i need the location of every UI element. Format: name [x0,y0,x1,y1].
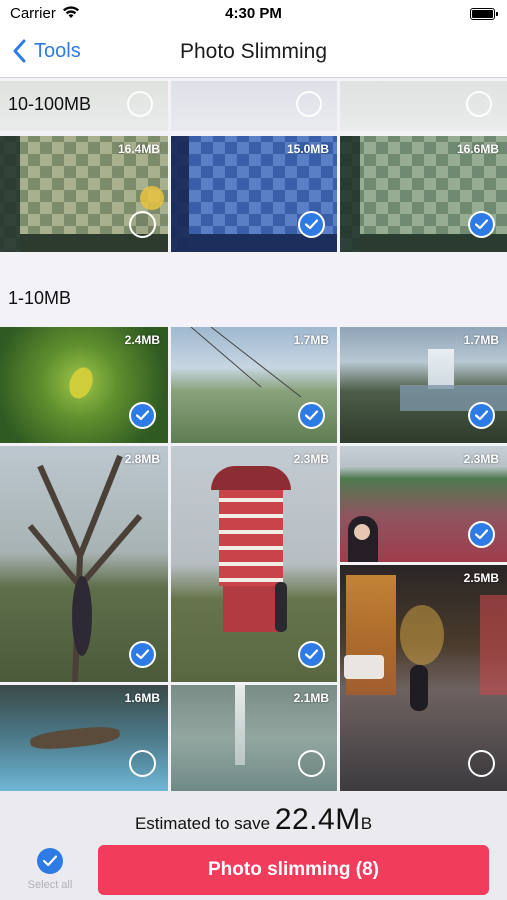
estimate-value: 22.4M [274,803,361,836]
checkmark-circle-icon[interactable] [468,402,495,429]
status-bar: Carrier 4:30 PM [0,0,507,30]
photo-size-label: 2.4MB [124,333,160,347]
unchecked-circle-icon[interactable] [129,750,156,777]
photo-select-circle[interactable] [466,91,492,117]
estimate-prefix: Estimated to save [134,814,271,833]
photo-size-label: 16.6MB [456,142,499,156]
bottom-action-bar: Estimated to save 22.4MB Select all Phot… [0,791,507,900]
photo-tile[interactable]: 1.7MB [171,327,337,443]
photo-size-label: 1.7MB [463,333,499,347]
navigation-bar: Tools Photo Slimming [0,30,507,78]
photo-tile[interactable]: 16.4MB [0,136,168,252]
select-all-label: Select all [27,879,73,891]
photo-tile[interactable]: 2.3MB [171,446,337,682]
checkmark-circle-icon[interactable] [129,641,156,668]
checkmark-circle-icon[interactable] [298,211,325,238]
photo-tile[interactable]: 1.6MB [0,685,168,791]
photo-tile[interactable]: 2.4MB [0,327,168,443]
photo-size-label: 1.6MB [124,691,160,705]
photo-slimming-button[interactable]: Photo slimming (8) [98,845,489,895]
unchecked-circle-icon[interactable] [129,211,156,238]
photo-select-circle[interactable] [127,91,153,117]
photo-size-label: 2.3MB [293,452,329,466]
checkmark-circle-icon[interactable] [298,641,325,668]
photo-tile[interactable]: 2.1MB [171,685,337,791]
photo-size-label: 15.0MB [286,142,329,156]
checkmark-circle-icon[interactable] [468,521,495,548]
unchecked-circle-icon[interactable] [298,750,325,777]
photo-size-label: 16.4MB [117,142,160,156]
checkmark-circle-icon[interactable] [468,211,495,238]
photo-size-label: 2.3MB [463,452,499,466]
chevron-left-icon [13,39,26,63]
battery-icon [470,8,495,20]
checkmark-circle-icon [37,848,63,874]
photo-select-circle[interactable] [296,91,322,117]
section-label: 1-10MB [8,288,72,308]
back-label: Tools [34,39,81,62]
photo-size-label: 2.8MB [124,452,160,466]
photo-tile[interactable]: 1.7MB [340,327,507,443]
unchecked-circle-icon[interactable] [468,750,495,777]
photo-size-label: 1.7MB [293,333,329,347]
photo-tile[interactable]: 16.6MB [340,136,507,252]
status-time: 4:30 PM [225,5,282,22]
photo-grid[interactable]: 10-100MB 16.4MB 15.0MB 16.6MB 1-10MB 2.4… [0,79,507,791]
select-all-toggle[interactable]: Select all [18,848,82,891]
estimate-unit: B [360,814,373,833]
photo-tile[interactable]: 2.5MB [340,565,507,791]
back-button[interactable]: Tools [12,39,81,63]
section-header-10-100mb: 10-100MB [0,79,507,131]
photo-tile[interactable]: 2.8MB [0,446,168,682]
photo-tile[interactable]: 2.3MB [340,446,507,562]
photo-size-label: 2.1MB [293,691,329,705]
photo-size-label: 2.5MB [463,571,499,585]
estimated-savings: Estimated to save 22.4MB [0,803,507,837]
section-label: 10-100MB [8,94,92,114]
checkmark-circle-icon[interactable] [298,402,325,429]
photo-tile[interactable]: 15.0MB [171,136,337,252]
section-header-1-10mb: 1-10MB [0,273,507,325]
checkmark-circle-icon[interactable] [129,402,156,429]
